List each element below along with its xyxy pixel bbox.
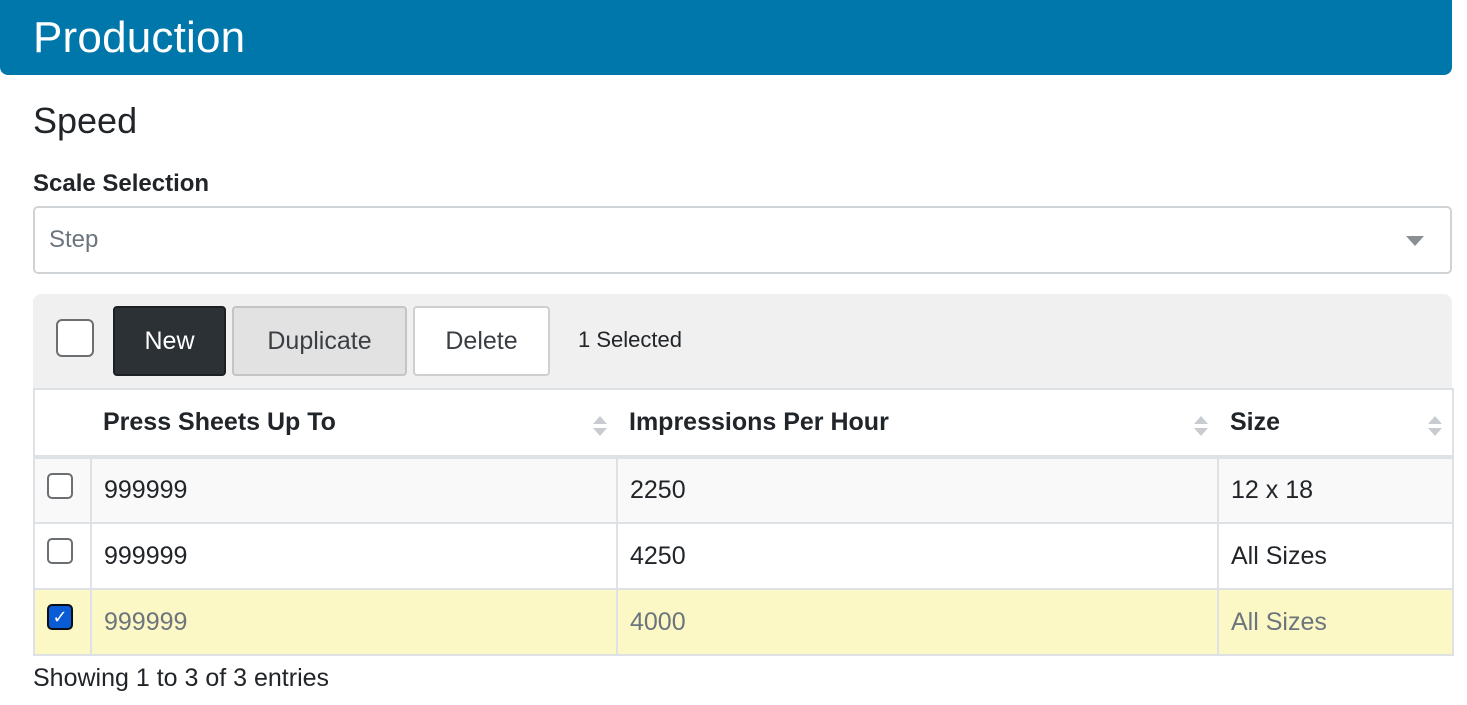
speed-table: Press Sheets Up To Impressions Per Hour … — [33, 388, 1454, 656]
checkmark-icon: ✓ — [52, 607, 68, 627]
row-checkbox-cell — [33, 522, 92, 590]
column-header-label: Size — [1230, 408, 1281, 436]
table-row[interactable]: 999999 2250 12 x 18 — [33, 456, 1454, 524]
column-header-size[interactable]: Size — [1218, 388, 1454, 459]
column-header-label: Impressions Per Hour — [629, 408, 889, 436]
impressions-cell: 4250 — [616, 522, 1219, 590]
page-title: Production — [33, 12, 246, 62]
sort-icon[interactable] — [1428, 416, 1442, 436]
row-checkbox[interactable] — [47, 473, 73, 499]
table-row-selected[interactable]: ✓ 999999 4000 All Sizes — [33, 588, 1454, 656]
row-checkbox-cell — [33, 456, 92, 524]
column-header-impressions[interactable]: Impressions Per Hour — [617, 388, 1218, 459]
table-row[interactable]: 999999 4250 All Sizes — [33, 522, 1454, 590]
row-checkbox-checked[interactable]: ✓ — [47, 604, 73, 630]
row-checkbox-cell: ✓ — [33, 588, 92, 656]
delete-button[interactable]: Delete — [413, 306, 550, 376]
table-header-row: Press Sheets Up To Impressions Per Hour … — [33, 388, 1454, 459]
new-button[interactable]: New — [113, 306, 226, 376]
row-checkbox[interactable] — [47, 538, 73, 564]
scale-selection-value: Step — [49, 226, 99, 253]
selected-count: 1 Selected — [578, 327, 682, 352]
press-sheets-cell: 999999 — [90, 456, 618, 524]
chevron-down-icon — [1406, 236, 1424, 246]
size-cell: All Sizes — [1217, 588, 1454, 656]
impressions-cell: 2250 — [616, 456, 1219, 524]
column-header-label: Press Sheets Up To — [103, 408, 336, 436]
sort-icon[interactable] — [593, 416, 607, 436]
select-all-checkbox[interactable] — [56, 319, 94, 357]
page-header: Production — [0, 0, 1452, 75]
size-cell: 12 x 18 — [1217, 456, 1454, 524]
table-info: Showing 1 to 3 of 3 entries — [33, 664, 330, 692]
table-toolbar: New Duplicate Delete 1 Selected — [33, 294, 1452, 388]
press-sheets-cell: 999999 — [90, 522, 618, 590]
impressions-cell: 4000 — [616, 588, 1219, 656]
column-header-press-sheets[interactable]: Press Sheets Up To — [91, 388, 617, 459]
scale-selection-dropdown[interactable]: Step — [33, 206, 1452, 274]
sort-icon[interactable] — [1194, 416, 1208, 436]
size-cell: All Sizes — [1217, 522, 1454, 590]
scale-selection-label: Scale Selection — [33, 170, 210, 197]
press-sheets-cell: 999999 — [90, 588, 618, 656]
header-checkbox-column — [33, 388, 91, 459]
duplicate-button[interactable]: Duplicate — [232, 306, 407, 376]
section-title: Speed — [33, 100, 138, 141]
